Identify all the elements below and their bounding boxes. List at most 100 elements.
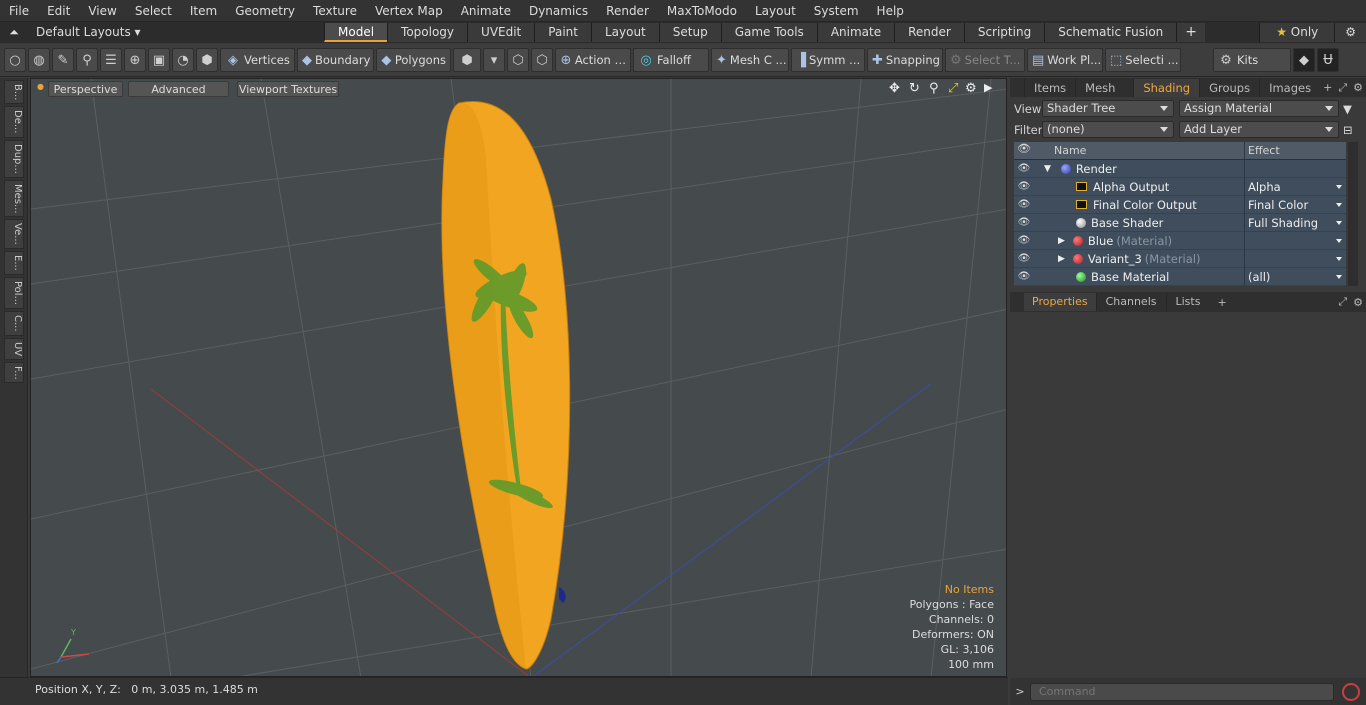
tree-scrollbar[interactable] [1348, 142, 1358, 286]
tab-paint[interactable]: Paint [534, 23, 591, 42]
left-tab-mesh-edit[interactable]: Mes... [4, 179, 24, 218]
globe-icon[interactable]: ◍ [28, 48, 50, 72]
row-effect[interactable] [1244, 231, 1346, 250]
perspective-button[interactable]: Perspective [48, 81, 123, 97]
snapping-button[interactable]: ✚ Snapping [867, 48, 943, 72]
material-mode-icon[interactable]: ⬢ [453, 48, 481, 72]
menu-maxtomodo[interactable]: MaxToModo [658, 0, 746, 22]
mode-dropdown-icon[interactable]: ▾ [483, 48, 505, 72]
menu-select[interactable]: Select [126, 0, 181, 22]
menu-animate[interactable]: Animate [452, 0, 520, 22]
row-effect[interactable]: (all) [1244, 267, 1346, 286]
tab-schematic-fusion[interactable]: Schematic Fusion [1044, 23, 1177, 42]
clock-icon[interactable]: ◔ [172, 48, 194, 72]
viewport-textures-button[interactable]: Viewport Textures [237, 81, 339, 97]
tab-uvedit[interactable]: UVEdit [467, 23, 535, 42]
row-effect[interactable]: Alpha [1244, 177, 1346, 196]
center-icon[interactable]: ⊕ [124, 48, 146, 72]
unity-icon[interactable]: ◆ [1293, 48, 1315, 72]
menu-geometry[interactable]: Geometry [226, 0, 304, 22]
menu-vertex-map[interactable]: Vertex Map [366, 0, 452, 22]
maximize-icon[interactable]: ⤢ [948, 81, 958, 96]
tab-render[interactable]: Render [894, 23, 964, 42]
left-tab-basic[interactable]: B... [4, 80, 24, 105]
tab-lists[interactable]: Lists [1165, 293, 1210, 311]
panel-gear-icon[interactable]: ⚙ [1350, 81, 1366, 94]
symmetry-button[interactable]: ▐ Symm ... [791, 48, 865, 72]
advanced-button[interactable]: Advanced [128, 81, 229, 97]
brush-icon[interactable]: ⚲ [76, 48, 98, 72]
pan-icon[interactable]: ✥ [889, 81, 900, 96]
filter-funnel-icon[interactable]: ▼ [1343, 102, 1352, 116]
left-tab-uv[interactable]: UV [4, 337, 24, 360]
left-tab-edge[interactable]: E... [4, 251, 24, 275]
expand-arrow-icon[interactable]: ▶ [1058, 254, 1065, 264]
row-effect[interactable]: Full Shading [1244, 213, 1346, 232]
left-tab-duplicate[interactable]: Dup... [4, 139, 24, 178]
viewport-menu-arrow-icon[interactable]: ▶ [984, 81, 992, 94]
only-toggle[interactable]: ★ Only [1259, 23, 1335, 42]
left-tab-fusion[interactable]: F... [4, 361, 24, 384]
item-mode-icon[interactable]: ⬢ [196, 48, 218, 72]
menu-file[interactable]: File [0, 0, 38, 22]
tree-row-base-material[interactable]: 👁 Base Material (all) [1014, 267, 1346, 286]
tab-model[interactable]: Model [324, 23, 388, 42]
kits-button[interactable]: ⚙ Kits [1213, 48, 1291, 72]
collapse-icon[interactable]: ⊟ [1343, 123, 1353, 137]
boundary-button[interactable]: ◆ Boundary [297, 48, 374, 72]
visibility-eye-icon[interactable]: 👁 [1014, 217, 1034, 228]
record-icon[interactable] [1342, 682, 1360, 701]
left-tab-vertex[interactable]: Ve... [4, 219, 24, 250]
name-column-header[interactable]: Name [1034, 142, 1244, 159]
menu-system[interactable]: System [805, 0, 868, 22]
gear-icon[interactable]: ⚙ [1334, 23, 1366, 42]
tab-game-tools[interactable]: Game Tools [720, 23, 817, 42]
symmetry-item-icon[interactable]: ⬡ [531, 48, 553, 72]
tab-properties[interactable]: Properties [1024, 293, 1096, 311]
stack-icon[interactable]: ☰ [100, 48, 122, 72]
add-tab-button[interactable]: + [1176, 23, 1206, 42]
viewport-dot-icon[interactable]: ● [37, 82, 44, 91]
falloff-button[interactable]: ◎ Falloff [633, 48, 709, 72]
menu-texture[interactable]: Texture [304, 0, 366, 22]
view-dropdown[interactable]: Shader Tree [1042, 100, 1174, 117]
filter-dropdown[interactable]: (none) [1042, 121, 1174, 138]
menu-item[interactable]: Item [181, 0, 226, 22]
assign-material-dropdown[interactable]: Assign Material [1179, 100, 1339, 117]
tab-animate[interactable]: Animate [816, 23, 895, 42]
tree-row-alpha-output[interactable]: 👁 Alpha Output Alpha [1014, 177, 1346, 196]
zoom-icon[interactable]: ⚲ [929, 81, 939, 96]
expand-arrow-icon[interactable]: ▼ [1044, 164, 1051, 174]
left-tab-deform[interactable]: De... [4, 106, 24, 138]
expand-arrow-icon[interactable]: ▶ [1058, 236, 1065, 246]
menu-edit[interactable]: Edit [38, 0, 79, 22]
tab-channels[interactable]: Channels [1095, 293, 1166, 311]
visibility-eye-icon[interactable]: 👁 [1014, 163, 1034, 174]
select-through-button[interactable]: ⚙ Select T... [945, 48, 1025, 72]
3d-viewport[interactable]: Y ● Perspective Advanced Viewport Textur… [30, 78, 1007, 677]
visibility-eye-icon[interactable]: 👁 [1014, 271, 1034, 282]
tab-topology[interactable]: Topology [387, 23, 468, 42]
default-layouts-dropdown[interactable]: Default Layouts ▾ [28, 22, 324, 43]
tab-scripting[interactable]: Scripting [963, 23, 1045, 42]
command-input[interactable] [1030, 682, 1334, 701]
unreal-icon[interactable]: Ʉ [1317, 48, 1339, 72]
left-tab-polygon[interactable]: Pol... [4, 276, 24, 309]
tab-mesh[interactable]: Mesh ... [1075, 78, 1133, 113]
work-plane-button[interactable]: ▤ Work Pl... [1027, 48, 1103, 72]
menu-dynamics[interactable]: Dynamics [520, 0, 597, 22]
visibility-eye-icon[interactable]: 👁 [1014, 199, 1034, 210]
menu-view[interactable]: View [79, 0, 125, 22]
viewport-gear-icon[interactable]: ⚙ [965, 81, 977, 96]
add-panel-tab-icon[interactable]: + [1320, 81, 1335, 94]
add-properties-tab-icon[interactable]: + [1209, 296, 1234, 309]
row-effect[interactable]: Final Color [1244, 195, 1346, 214]
tab-images[interactable]: Images [1259, 78, 1320, 97]
tab-shading[interactable]: Shading [1133, 78, 1200, 97]
tree-row-variant-3-material[interactable]: 👁 ▶ Variant_3 (Material) [1014, 249, 1346, 268]
visibility-eye-icon[interactable]: 👁 [1014, 253, 1034, 264]
visibility-eye-icon[interactable]: 👁 [1014, 235, 1034, 246]
properties-expand-icon[interactable]: ⤢ [1335, 295, 1350, 309]
visibility-eye-icon[interactable]: 👁 [1014, 181, 1034, 192]
symmetry-mesh-icon[interactable]: ⬡ [507, 48, 529, 72]
